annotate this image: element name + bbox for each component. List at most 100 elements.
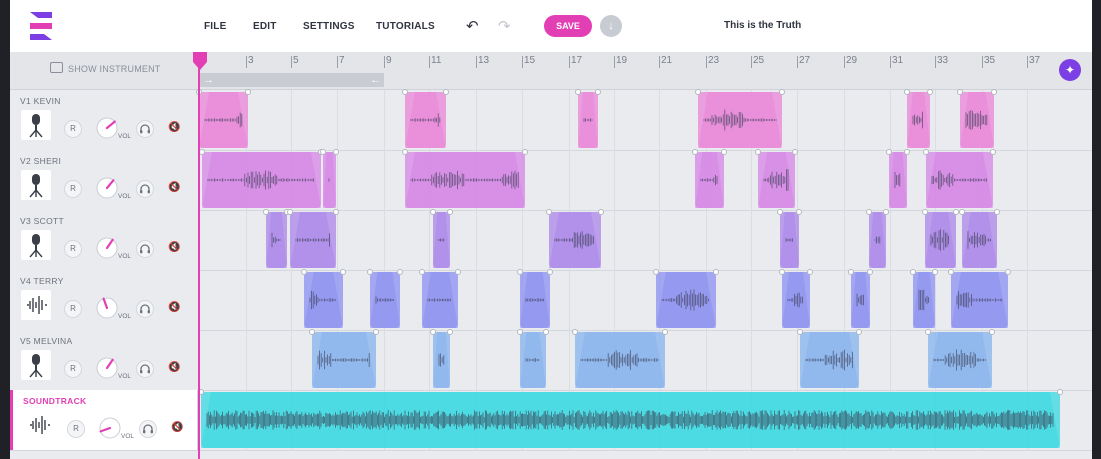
clip-fade-handle[interactable] [792, 149, 798, 155]
volume-knob[interactable] [96, 357, 118, 379]
clip-fade-handle[interactable] [263, 209, 269, 215]
volume-knob[interactable] [96, 297, 118, 319]
clip-fade-handle[interactable] [904, 149, 910, 155]
download-icon[interactable]: ↓ [600, 15, 622, 37]
audio-clip[interactable] [904, 89, 933, 148]
microphone-icon[interactable] [21, 350, 51, 380]
audio-clip[interactable] [959, 209, 1000, 268]
clip-fade-handle[interactable] [301, 269, 307, 275]
clip-fade-handle[interactable] [333, 149, 339, 155]
microphone-icon[interactable] [21, 230, 51, 260]
clip-fade-handle[interactable] [662, 329, 668, 335]
track-header[interactable]: SOUNDTRACK R VOL 🔇 [10, 390, 198, 450]
track-lane[interactable] [199, 329, 1092, 390]
track-name[interactable]: V5 MELVINA [20, 336, 72, 346]
clip-fade-handle[interactable] [575, 89, 581, 95]
audio-clip[interactable] [572, 329, 668, 388]
clip-fade-handle[interactable] [925, 329, 931, 335]
audio-clip[interactable] [948, 269, 1011, 328]
clip-fade-handle[interactable] [695, 89, 701, 95]
headphones-icon[interactable] [139, 420, 157, 438]
volume-knob[interactable] [96, 177, 118, 199]
audio-clip[interactable] [301, 269, 346, 328]
menu-tutorials[interactable]: TUTORIALS [376, 21, 435, 32]
mute-icon[interactable]: 🔇 [168, 122, 180, 133]
clip-fade-handle[interactable] [923, 149, 929, 155]
menu-edit[interactable]: EDIT [253, 21, 277, 32]
clip-fade-handle[interactable] [447, 329, 453, 335]
clip-fade-handle[interactable] [989, 329, 995, 335]
track-lane[interactable] [198, 389, 1092, 450]
clip-fade-handle[interactable] [572, 329, 578, 335]
clip-fade-handle[interactable] [991, 89, 997, 95]
track-name[interactable]: V4 TERRY [20, 276, 64, 286]
clip-fade-handle[interactable] [517, 269, 523, 275]
audio-clip[interactable] [263, 209, 290, 268]
audio-clip[interactable] [923, 149, 996, 208]
track-header[interactable]: V2 SHERI R VOL 🔇 [10, 150, 199, 210]
audio-clip[interactable] [575, 89, 601, 148]
clip-fade-handle[interactable] [340, 269, 346, 275]
clip-fade-handle[interactable] [287, 209, 293, 215]
headphones-icon[interactable] [136, 300, 154, 318]
audio-clip[interactable] [402, 149, 528, 208]
undo-icon[interactable]: ↶ [466, 17, 479, 35]
audio-clip[interactable] [886, 149, 910, 208]
audio-clip[interactable] [287, 209, 339, 268]
headphones-icon[interactable] [136, 360, 154, 378]
track-name[interactable]: SOUNDTRACK [23, 396, 86, 406]
clip-fade-handle[interactable] [883, 209, 889, 215]
track-header[interactable]: V4 TERRY R VOL 🔇 [10, 270, 199, 330]
piano-icon[interactable] [50, 62, 63, 73]
clip-fade-handle[interactable] [994, 209, 1000, 215]
loop-start-arrow-icon[interactable]: → [203, 73, 214, 87]
clip-fade-handle[interactable] [430, 209, 436, 215]
audio-clip[interactable] [866, 209, 889, 268]
save-button[interactable]: SAVE [544, 15, 592, 37]
clip-fade-handle[interactable] [1057, 389, 1063, 395]
record-arm-button[interactable]: R [64, 120, 82, 138]
audio-clip[interactable] [848, 269, 873, 328]
clip-fade-handle[interactable] [455, 269, 461, 275]
mute-icon[interactable]: 🔇 [168, 302, 180, 313]
show-instrument-button[interactable]: SHOW INSTRUMENT [68, 64, 161, 74]
audio-clip[interactable] [517, 269, 553, 328]
clip-fade-handle[interactable] [932, 269, 938, 275]
clip-fade-handle[interactable] [692, 149, 698, 155]
clip-fade-handle[interactable] [848, 269, 854, 275]
mute-icon[interactable]: 🔇 [171, 422, 183, 433]
audio-clip[interactable] [196, 89, 251, 148]
recenter-icon[interactable]: ✦ [1059, 59, 1081, 81]
clip-fade-handle[interactable] [373, 329, 379, 335]
timeline-ruler[interactable] [10, 52, 1092, 90]
audio-clip[interactable] [367, 269, 403, 328]
audio-clip[interactable] [430, 329, 453, 388]
clip-fade-handle[interactable] [309, 329, 315, 335]
audio-clip[interactable] [653, 269, 719, 328]
audio-clip[interactable] [320, 149, 339, 208]
audio-clip[interactable] [957, 89, 997, 148]
headphones-icon[interactable] [136, 120, 154, 138]
clip-fade-handle[interactable] [713, 269, 719, 275]
mute-icon[interactable]: 🔇 [168, 362, 180, 373]
volume-knob[interactable] [96, 237, 118, 259]
clip-fade-handle[interactable] [1005, 269, 1011, 275]
playhead-handle[interactable] [193, 52, 207, 70]
mute-icon[interactable]: 🔇 [168, 242, 180, 253]
track-header[interactable]: V5 MELVINA R VOL 🔇 [10, 330, 199, 390]
clip-fade-handle[interactable] [927, 89, 933, 95]
clip-fade-handle[interactable] [867, 269, 873, 275]
track-lane[interactable] [199, 209, 1092, 270]
record-arm-button[interactable]: R [64, 300, 82, 318]
clip-fade-handle[interactable] [910, 269, 916, 275]
clip-fade-handle[interactable] [598, 209, 604, 215]
clip-fade-handle[interactable] [402, 149, 408, 155]
clip-fade-handle[interactable] [430, 329, 436, 335]
clip-fade-handle[interactable] [797, 329, 803, 335]
clip-fade-handle[interactable] [522, 149, 528, 155]
audio-clip[interactable] [546, 209, 604, 268]
loop-region[interactable] [200, 73, 384, 87]
clip-fade-handle[interactable] [779, 269, 785, 275]
audio-clip[interactable] [925, 329, 995, 388]
clip-fade-handle[interactable] [517, 329, 523, 335]
